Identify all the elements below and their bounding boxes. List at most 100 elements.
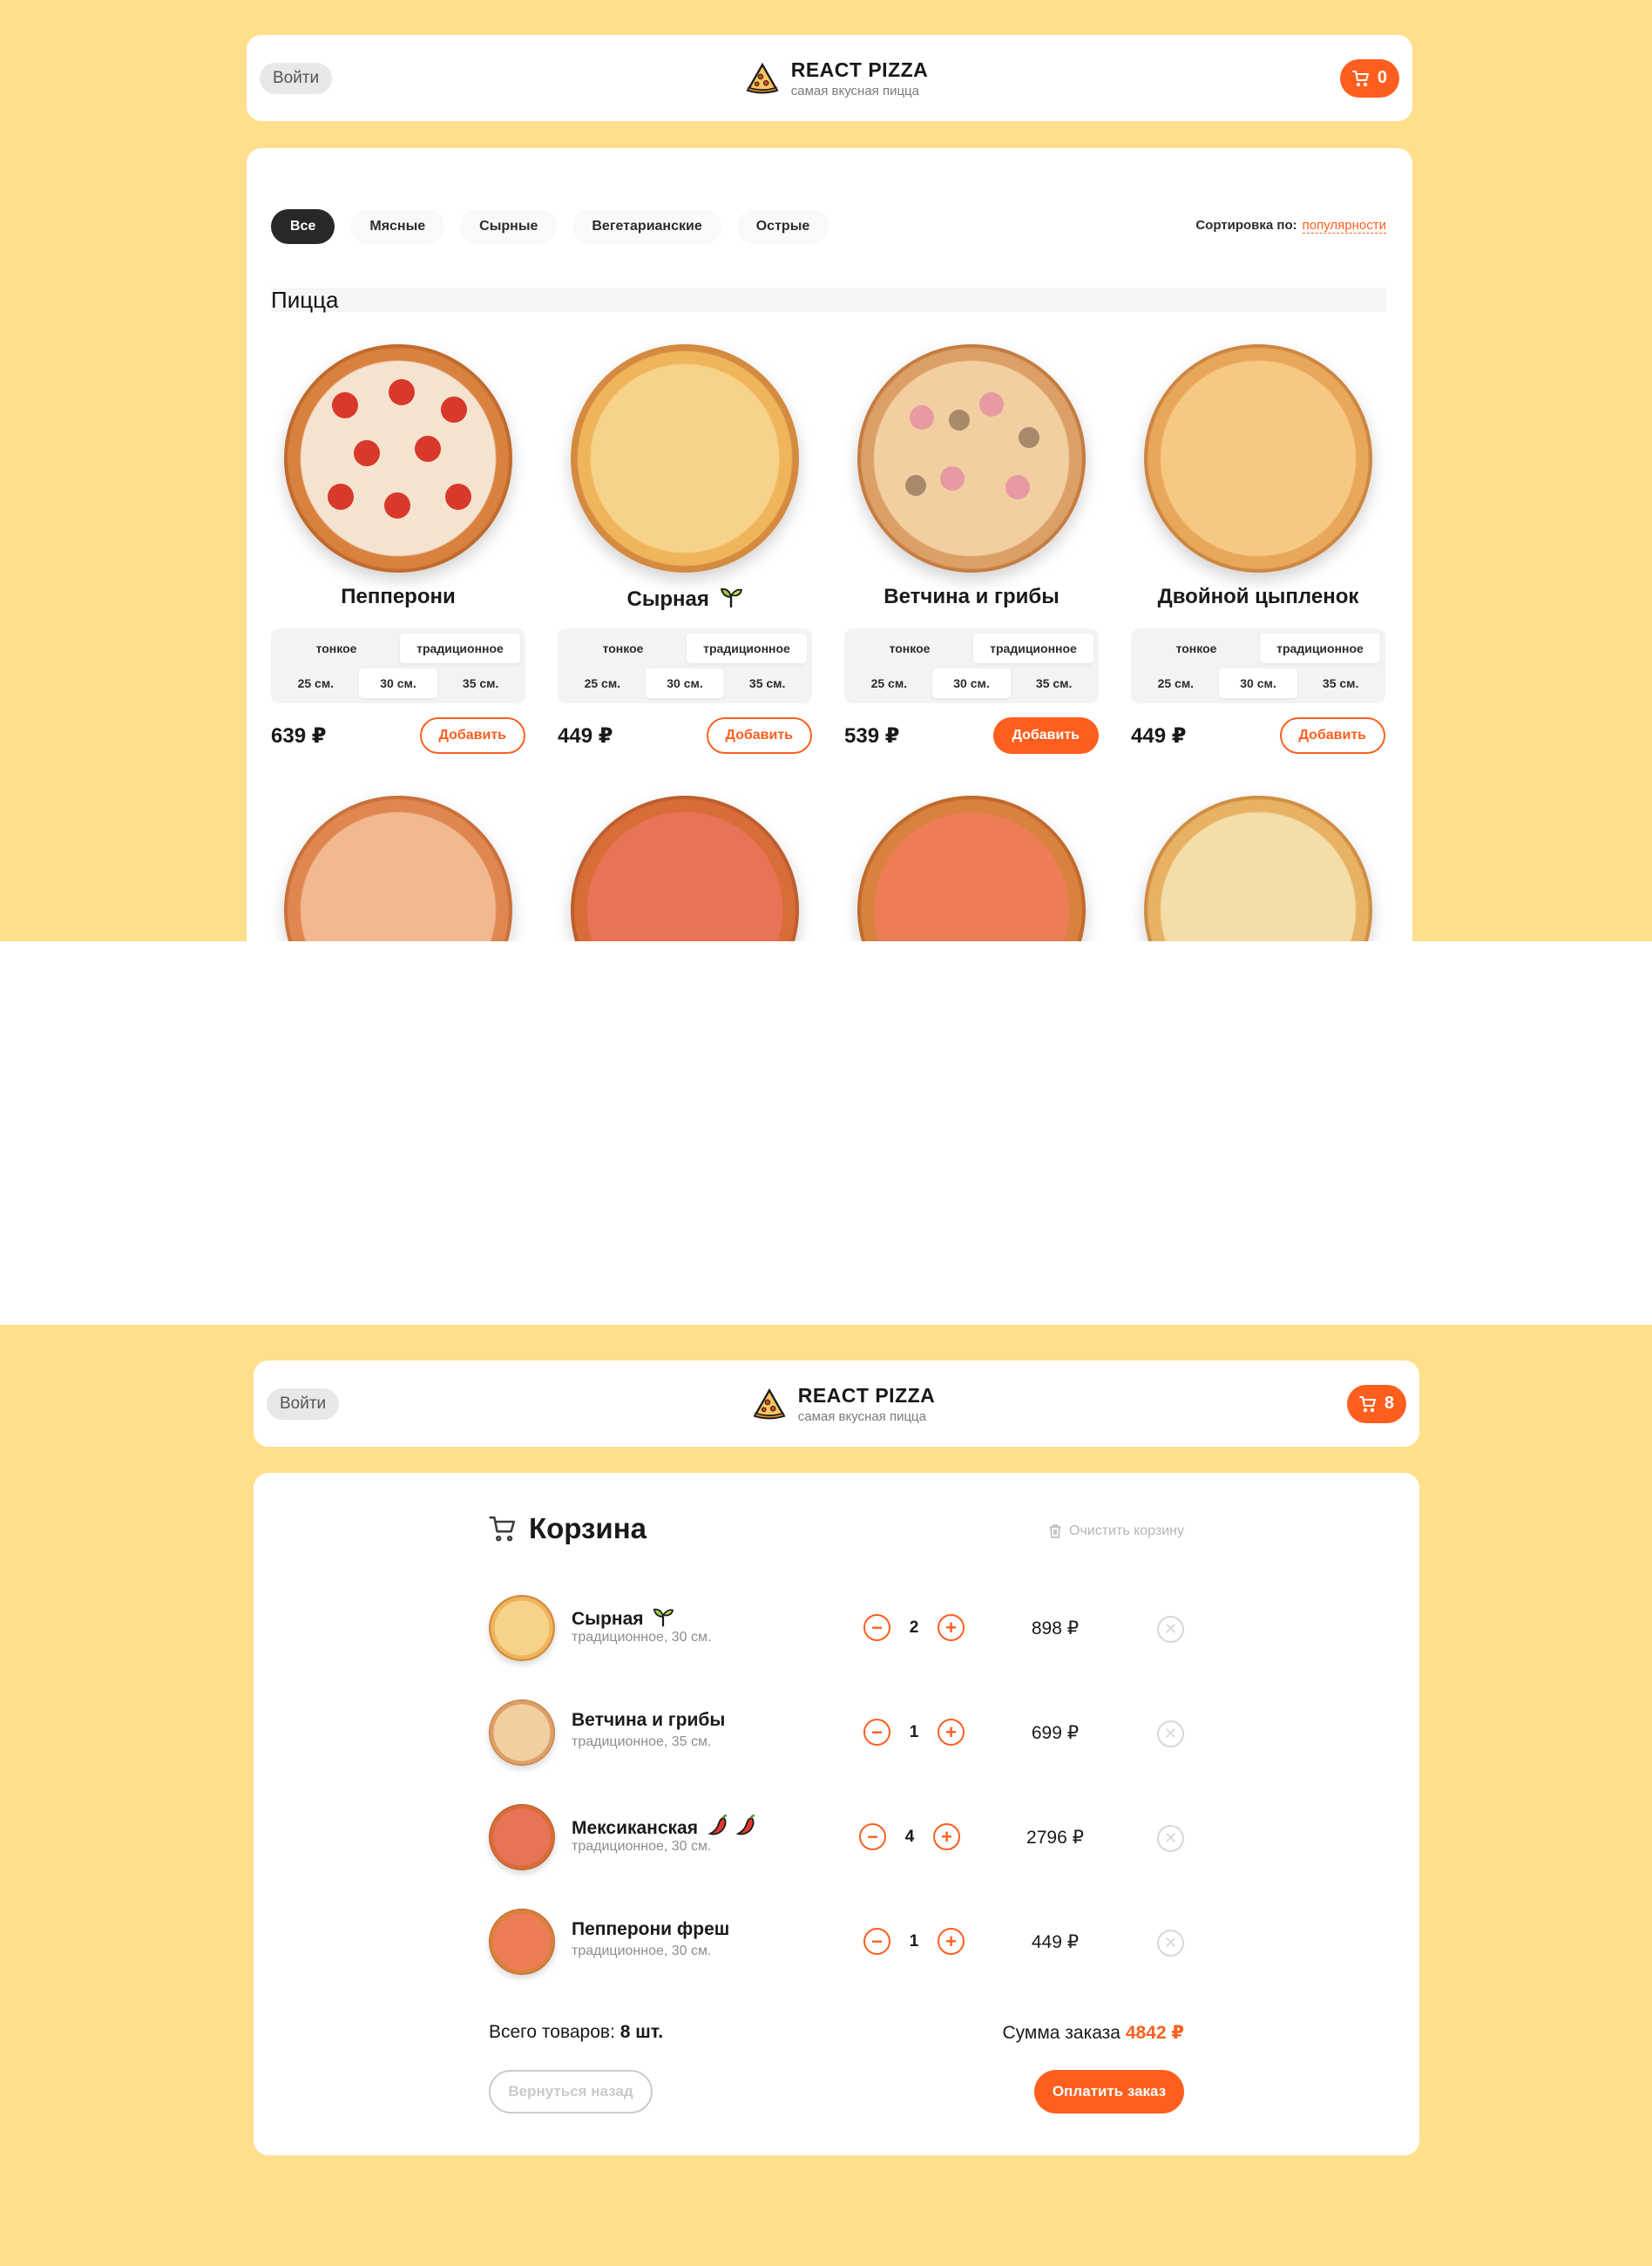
brand-subtitle: самая вкусная пицца (790, 83, 919, 98)
dough-traditional[interactable]: традиционное (1260, 634, 1380, 663)
pizza-image[interactable] (1144, 796, 1372, 941)
dough-traditional[interactable]: традиционное (400, 634, 520, 663)
pizza-card (558, 796, 812, 941)
dough-thin[interactable]: тонкое (563, 634, 683, 663)
cart-item-meta: традиционное, 30 см. (572, 1944, 712, 1958)
category-all[interactable]: Все (271, 209, 335, 244)
size-25[interactable]: 25 см. (850, 668, 929, 698)
category-vegetarian[interactable]: Вегетарианские (572, 209, 721, 244)
pizza-image[interactable] (1144, 344, 1372, 573)
cart-item: Сырная традиционное, 30 см. − 2 + 898 ₽ … (489, 1595, 1184, 1665)
top-header: Войти REACT PIZZA самая вкусная пицца 0 (247, 35, 1412, 121)
login-button[interactable]: Войти (260, 62, 333, 94)
cart-count: 8 (1384, 1394, 1394, 1413)
add-button[interactable]: Добавить (706, 717, 812, 754)
size-25[interactable]: 25 см. (563, 668, 642, 698)
pizza-price: 449 ₽ (558, 723, 613, 748)
add-button[interactable]: Добавить (419, 717, 525, 754)
plus-button[interactable]: + (938, 1719, 965, 1746)
sort-value[interactable]: популярности (1302, 218, 1386, 234)
pizza-card: Ветчина и грибы тонкое традиционное 25 с… (844, 344, 1099, 754)
brand[interactable]: REACT PIZZA самая вкусная пицца (751, 1384, 936, 1424)
pizza-name: Ветчина и грибы (884, 585, 1060, 608)
plus-button[interactable]: + (933, 1823, 960, 1850)
pizza-name-row: Сырная (558, 585, 812, 611)
sort-control[interactable]: Сортировка по: популярности (1195, 218, 1386, 234)
cart-item-price: 898 ₽ (1031, 1618, 1080, 1638)
minus-button[interactable]: − (863, 1719, 890, 1746)
pizza-card (271, 796, 525, 941)
brand-subtitle: самая вкусная пицца (797, 1408, 926, 1424)
cart-item: Ветчина и грибы традиционное, 35 см. − 1… (489, 1700, 1184, 1769)
pizza-image[interactable] (857, 344, 1086, 573)
pay-button[interactable]: Оплатить заказ (1034, 2070, 1184, 2113)
chili-icon (735, 1814, 755, 1835)
plus-button[interactable]: + (938, 1928, 965, 1955)
chili-icon (708, 1814, 727, 1835)
order-sum-value: 4842 ₽ (1125, 2023, 1184, 2043)
cart-button[interactable]: 0 (1339, 58, 1399, 98)
remove-item-button[interactable]: ✕ (1157, 1825, 1184, 1852)
plus-button[interactable]: + (938, 1614, 965, 1641)
remove-item-button[interactable]: ✕ (1157, 1930, 1184, 1957)
cart-item-name: Мексиканская (572, 1818, 698, 1838)
category-cheese[interactable]: Сырные (460, 209, 558, 244)
quantity-stepper: − 2 + (863, 1614, 965, 1641)
cart-item-name: Сырная (572, 1609, 644, 1629)
quantity-stepper: − 1 + (863, 1719, 965, 1746)
remove-item-button[interactable]: ✕ (1157, 1616, 1184, 1643)
cart-item-image (489, 1700, 555, 1766)
quantity-value: 4 (904, 1827, 915, 1846)
size-30[interactable]: 30 см. (931, 668, 1012, 698)
pizza-image[interactable] (284, 796, 512, 941)
sort-label: Сортировка по: (1195, 218, 1297, 233)
cart-item-meta: традиционное, 35 см. (572, 1734, 712, 1749)
add-button[interactable]: Добавить (992, 717, 1099, 754)
dough-traditional[interactable]: традиционное (687, 634, 807, 663)
dough-traditional[interactable]: традиционное (973, 634, 1093, 663)
size-25[interactable]: 25 см. (276, 668, 355, 698)
clear-cart-label: Очистить корзину (1069, 1523, 1184, 1538)
cart-button[interactable]: 8 (1346, 1384, 1406, 1423)
pizza-image[interactable] (284, 344, 512, 573)
pizza-image[interactable] (857, 796, 1086, 941)
size-25[interactable]: 25 см. (1136, 668, 1215, 698)
quantity-stepper: − 4 + (859, 1823, 960, 1850)
pizza-name: Пепперони (341, 585, 456, 608)
cart-actions: Вернуться назад Оплатить заказ (489, 2070, 1184, 2113)
dough-thin[interactable]: тонкое (850, 634, 970, 663)
category-spicy[interactable]: Острые (736, 209, 829, 244)
minus-button[interactable]: − (863, 1614, 890, 1641)
size-35[interactable]: 35 см. (441, 668, 520, 698)
size-35[interactable]: 35 см. (1301, 668, 1380, 698)
brand[interactable]: REACT PIZZA самая вкусная пицца (744, 58, 929, 98)
pizza-price: 449 ₽ (1131, 723, 1187, 748)
pizza-name: Сырная (626, 587, 709, 611)
dough-thin[interactable]: тонкое (276, 634, 396, 663)
size-30[interactable]: 30 см. (1218, 668, 1298, 698)
clear-cart-button[interactable]: Очистить корзину (1048, 1523, 1184, 1539)
cart-item-price: 449 ₽ (1031, 1932, 1080, 1952)
pizza-price: 639 ₽ (271, 723, 327, 748)
options-selector: тонкое традиционное 25 см. 30 см. 35 см. (1131, 628, 1385, 703)
size-35[interactable]: 35 см. (1014, 668, 1093, 698)
cart-item-price: 2796 ₽ (1026, 1828, 1084, 1848)
brand-title: REACT PIZZA (790, 58, 929, 81)
size-30[interactable]: 30 см. (358, 668, 438, 698)
category-meat[interactable]: Мясные (350, 209, 445, 244)
dough-thin[interactable]: тонкое (1136, 634, 1256, 663)
size-35[interactable]: 35 см. (728, 668, 807, 698)
minus-button[interactable]: − (863, 1928, 890, 1955)
cart-item-meta: традиционное, 30 см. (572, 1630, 712, 1645)
remove-item-button[interactable]: ✕ (1157, 1720, 1184, 1747)
pizza-image[interactable] (571, 796, 799, 941)
add-button[interactable]: Добавить (1279, 717, 1385, 754)
minus-button[interactable]: − (859, 1823, 886, 1850)
pizza-card (1131, 796, 1385, 941)
cart-item: Пепперони фреш традиционное, 30 см. − 1 … (489, 1909, 1184, 1978)
size-30[interactable]: 30 см. (645, 668, 725, 698)
cart-item-image (489, 1595, 555, 1661)
pizza-image[interactable] (571, 344, 799, 573)
login-button[interactable]: Войти (267, 1387, 340, 1420)
back-button[interactable]: Вернуться назад (489, 2070, 653, 2113)
